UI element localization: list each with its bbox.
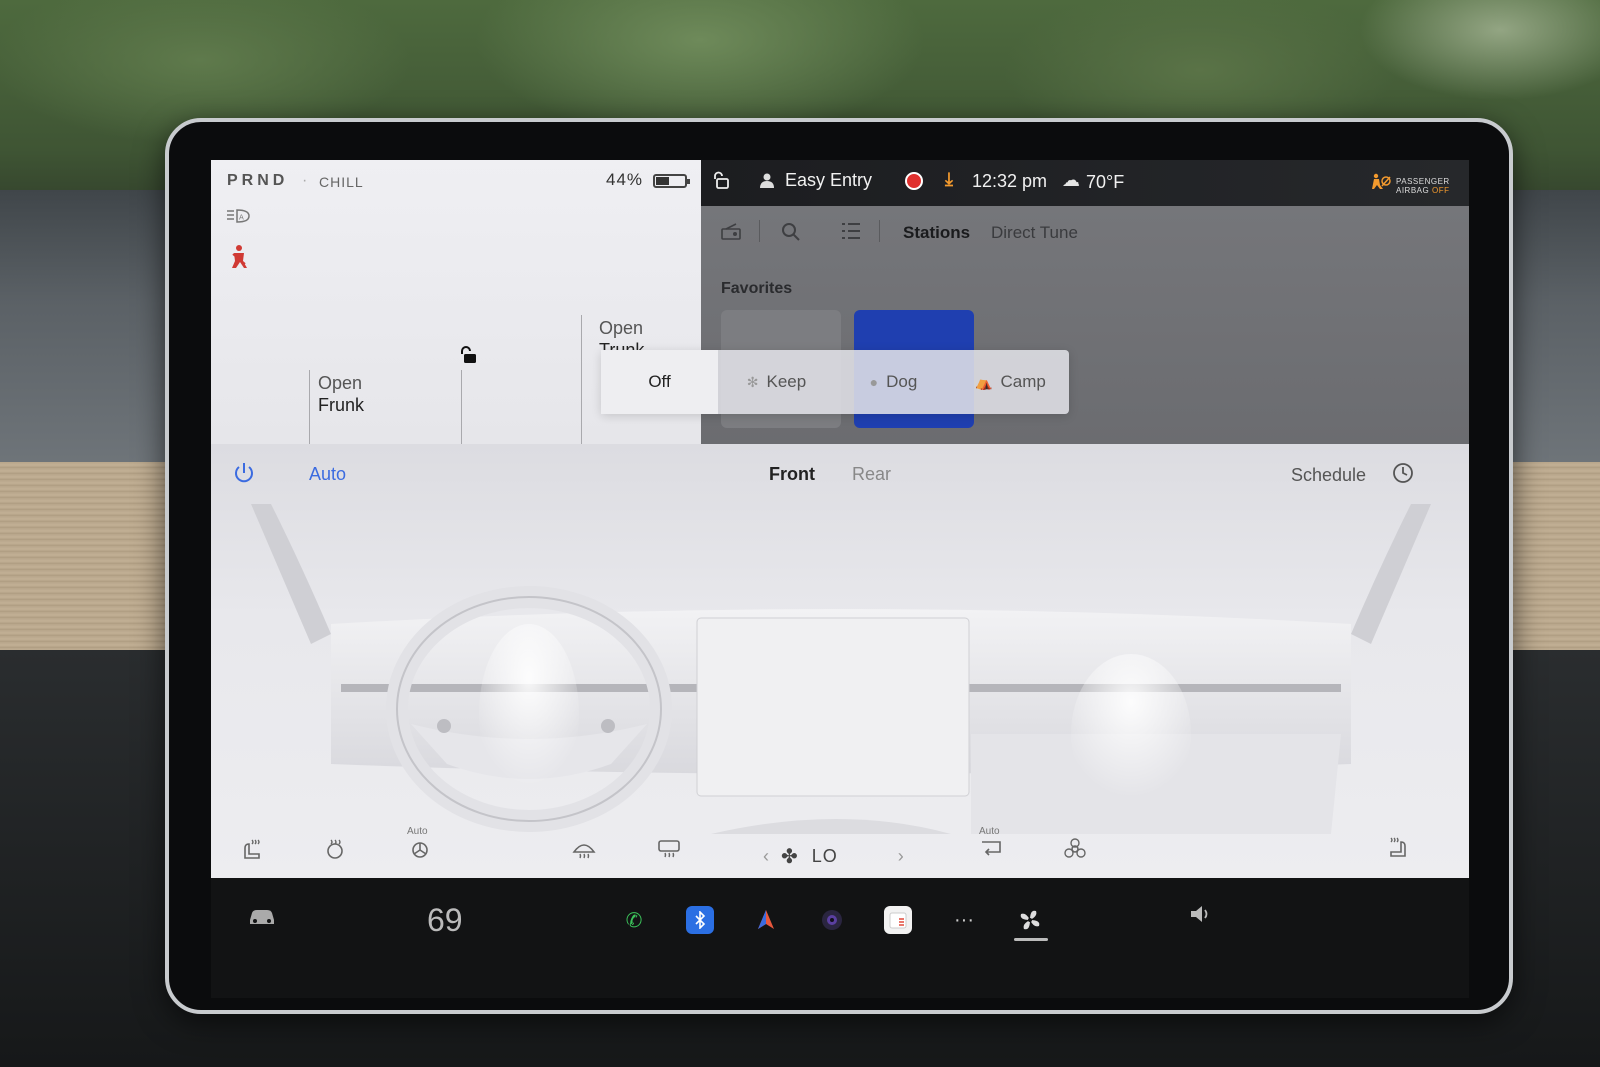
recirc-auto-label: Auto (979, 826, 1000, 837)
tent-icon: ⛺ (975, 373, 993, 390)
front-defrost-icon[interactable] (572, 838, 596, 865)
queue-list-icon[interactable] (841, 222, 861, 245)
car-outline-line (461, 370, 462, 444)
passenger-seat-heater-icon[interactable] (1387, 836, 1409, 863)
drive-mode: CHILL (319, 174, 364, 190)
unlock-icon[interactable] (459, 346, 477, 363)
phone-icon[interactable]: ✆ (620, 906, 648, 934)
favorites-heading: Favorites (721, 280, 793, 297)
keeper-option-label: Keep (766, 372, 807, 391)
download-icon[interactable]: ⤓ (945, 169, 953, 190)
driver-temperature[interactable]: 69 (427, 902, 463, 939)
fan-icon: ✻ (746, 373, 759, 390)
profile-icon[interactable] (759, 172, 775, 193)
tab-front[interactable]: Front (769, 464, 815, 485)
media-source-icon[interactable] (721, 222, 741, 245)
divider (879, 220, 880, 242)
climate-auto-button[interactable]: Auto (309, 464, 346, 485)
status-bar: Easy Entry ⤓ 12:32 pm ☁ 70°F PASSENGER A… (701, 160, 1469, 206)
dashcam-record-icon[interactable] (905, 172, 923, 190)
fan-decrease-button[interactable]: ‹ (763, 846, 769, 867)
open-frunk-label-2: Frunk (318, 395, 365, 415)
battery-percent: 44% (606, 170, 644, 189)
climate-controls: Auto Front Rear Schedule Auto ‹ ✤ LO › A… (211, 444, 1469, 878)
battery-icon (653, 174, 690, 188)
recirculation-icon[interactable] (979, 838, 1003, 865)
car-icon[interactable] (247, 906, 277, 932)
airbag-icon (1371, 173, 1391, 194)
open-frunk-button[interactable]: Open Frunk (318, 372, 364, 416)
schedule-button[interactable]: Schedule (1291, 465, 1366, 486)
auto-seat-climate-icon[interactable] (409, 838, 431, 865)
tab-stations[interactable]: Stations (903, 223, 970, 243)
bioweapon-defense-icon[interactable] (1064, 838, 1086, 865)
separator: · (302, 172, 308, 189)
camera-icon[interactable] (818, 906, 846, 934)
profile-name[interactable]: Easy Entry (785, 170, 872, 191)
fan-icon[interactable] (1016, 906, 1044, 934)
paw-icon: ● (869, 374, 879, 390)
bluetooth-icon[interactable] (686, 906, 714, 934)
fan-speed-control: ‹ ✤ LO › (751, 844, 916, 869)
seatbelt-warning-icon (227, 244, 251, 270)
rear-defrost-icon[interactable] (657, 838, 681, 865)
weather-cloud-icon: ☁ (1062, 170, 1080, 190)
search-icon[interactable] (781, 222, 801, 247)
clock-time: 12:32 pm (972, 171, 1048, 191)
airbag-line-2: AIRBAG (1396, 186, 1430, 195)
navigation-icon[interactable] (752, 906, 780, 934)
car-outline-line (581, 315, 582, 444)
calendar-icon[interactable] (884, 906, 912, 934)
passenger-airbag-status: PASSENGER AIRBAG OFF (1396, 177, 1450, 195)
car-outline-line (309, 370, 310, 444)
svg-text:A: A (239, 214, 244, 222)
keeper-option-label: Dog (886, 372, 918, 391)
fan-speed-value: LO (811, 846, 838, 866)
power-icon[interactable] (233, 462, 255, 484)
tab-rear[interactable]: Rear (852, 464, 891, 485)
clock-icon[interactable] (1392, 462, 1414, 484)
steering-wheel-heater-icon[interactable] (324, 838, 346, 865)
active-app-indicator (1014, 938, 1048, 941)
keeper-option-keep[interactable]: ✻ Keep (718, 350, 835, 414)
airbag-line-1: PASSENGER (1396, 177, 1450, 186)
open-frunk-label-1: Open (318, 373, 363, 393)
volume-icon[interactable] (1189, 904, 1213, 930)
gear-indicator: PRND (227, 172, 289, 189)
open-trunk-label-1: Open (599, 318, 644, 338)
cabin-illustration (251, 504, 1431, 834)
seat-auto-label: Auto (407, 826, 428, 837)
keeper-option-off[interactable]: Off (601, 350, 718, 414)
unlock-status-icon[interactable] (713, 171, 729, 189)
more-icon[interactable]: ··· (950, 906, 978, 934)
keeper-option-camp[interactable]: ⛺ Camp (952, 350, 1069, 414)
fan-increase-button[interactable]: › (898, 846, 904, 867)
tab-direct-tune[interactable]: Direct Tune (991, 223, 1078, 243)
touchscreen: PRND · CHILL 44% A Open Frunk Open Trunk (211, 160, 1469, 998)
keeper-option-dog[interactable]: ● Dog (835, 350, 952, 414)
bottom-dock: 69 ✆ ··· (211, 878, 1469, 998)
airbag-state: OFF (1431, 186, 1450, 195)
climate-keeper-selector: Off ✻ Keep ● Dog ⛺ Camp (601, 350, 1069, 414)
auto-headlight-icon: A (225, 208, 251, 228)
keeper-option-label: Camp (1000, 372, 1046, 391)
outside-temperature: 70°F (1086, 172, 1125, 192)
keeper-option-label: Off (648, 372, 671, 391)
fan-icon: ✤ (781, 846, 798, 868)
driver-seat-heater-icon[interactable] (241, 838, 263, 865)
divider (759, 220, 760, 242)
